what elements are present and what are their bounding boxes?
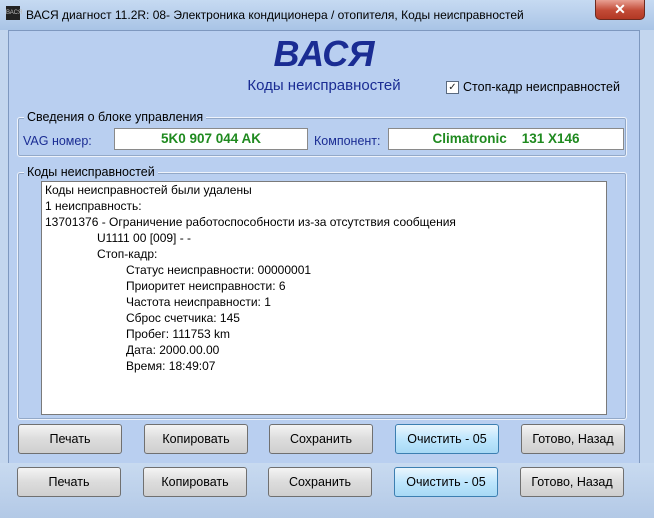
vag-number-field[interactable]: 5K0 907 044 AK	[114, 128, 308, 150]
fault-codes-legend: Коды неисправностей	[24, 165, 158, 179]
title-bar[interactable]: ВАСЯ ВАСЯ диагност 11.2R: 08- Электроник…	[0, 0, 654, 30]
freeze-frame-label: Стоп-кадр неисправностей	[463, 80, 620, 94]
control-unit-group: Сведения о блоке управления VAG номер: 5…	[17, 110, 627, 157]
fault-line: Стоп-кадр:	[97, 247, 158, 261]
component-label: Компонент:	[314, 134, 381, 148]
checkbox-check-icon[interactable]: ✓	[446, 80, 459, 94]
window-frame: ВАСЯ Коды неисправностей ✓ Стоп-кадр неи…	[0, 30, 654, 518]
bg-copy-button[interactable]: Копировать	[143, 467, 247, 497]
component-field[interactable]: Climatronic 131 X146	[388, 128, 624, 150]
fault-line: Дата: 2000.00.00	[126, 343, 220, 357]
close-button[interactable]: ✕	[595, 0, 645, 20]
brand-title: ВАСЯ	[273, 33, 375, 74]
vag-number-label: VAG номер:	[23, 134, 92, 148]
main-panel: ВАСЯ Коды неисправностей ✓ Стоп-кадр неи…	[8, 30, 640, 492]
bg-done-back-button[interactable]: Готово, Назад	[520, 467, 624, 497]
fault-line: Сброс счетчика: 145	[126, 311, 240, 325]
print-button[interactable]: Печать	[18, 424, 122, 454]
bg-clear-button[interactable]: Очистить - 05	[394, 467, 498, 497]
fault-line: Коды неисправностей были удалены	[45, 183, 252, 197]
fault-line: Частота неисправности: 1	[126, 295, 271, 309]
control-unit-legend: Сведения о блоке управления	[24, 110, 207, 124]
save-button[interactable]: Сохранить	[269, 424, 373, 454]
clear-button[interactable]: Очистить - 05	[395, 424, 499, 454]
bg-save-button[interactable]: Сохранить	[268, 467, 372, 497]
fault-line: Время: 18:49:07	[126, 359, 216, 373]
copy-button[interactable]: Копировать	[144, 424, 248, 454]
bg-print-button[interactable]: Печать	[17, 467, 121, 497]
background-window-strip: Печать Копировать Сохранить Очистить - 0…	[0, 463, 654, 518]
fault-line: 1 неисправность:	[45, 199, 142, 213]
fault-line: Пробег: 111753 km	[126, 327, 231, 341]
fault-line: Приоритет неисправности: 6	[126, 279, 286, 293]
app-icon: ВАСЯ	[6, 6, 22, 20]
fault-line: 13701376 - Ограничение работоспособности…	[45, 215, 456, 229]
fault-codes-text[interactable]: Коды неисправностей были удалены 1 неисп…	[41, 181, 607, 415]
freeze-frame-checkbox[interactable]: ✓ Стоп-кадр неисправностей	[446, 80, 620, 94]
window-title: ВАСЯ диагност 11.2R: 08- Электроника кон…	[26, 8, 524, 22]
done-back-button[interactable]: Готово, Назад	[521, 424, 625, 454]
fault-line: U1111 00 [009] - -	[97, 231, 192, 245]
fault-line: Статус неисправности: 00000001	[126, 263, 312, 277]
